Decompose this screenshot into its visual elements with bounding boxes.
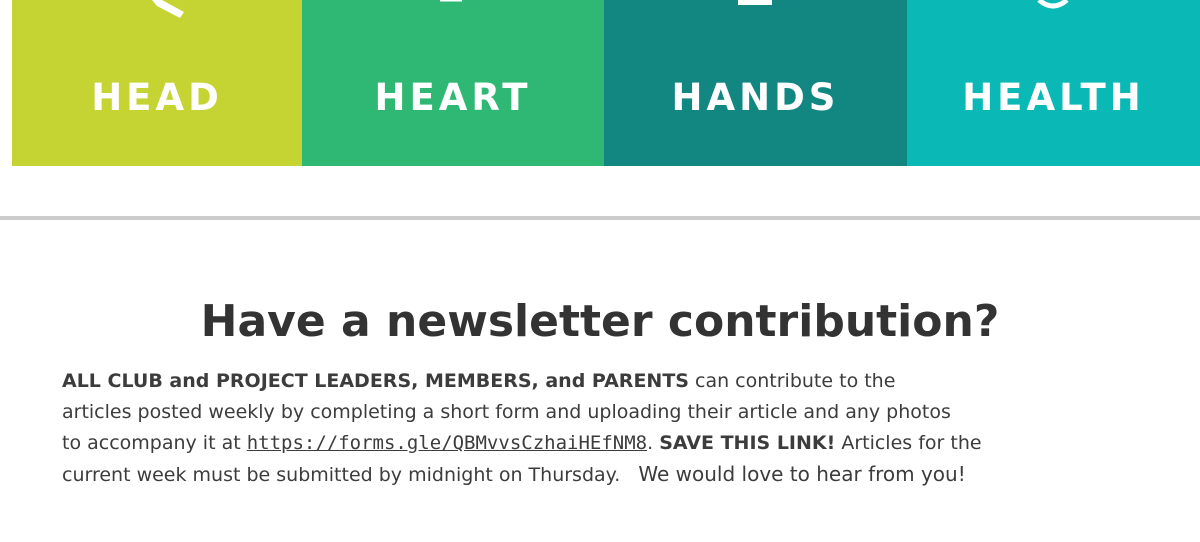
hands-icon [738, 0, 772, 5]
head-icon [152, 0, 184, 18]
hands-label: HANDS [671, 76, 840, 119]
lead-bold-text: ALL CLUB and PROJECT LEADERS, MEMBERS, a… [62, 370, 689, 392]
lead-rest-text: can contribute to the [688, 370, 896, 392]
closing-text: We would love to hear from you! [638, 462, 966, 486]
line3-sep-text: . [647, 432, 660, 454]
paragraph-line-4: current week must be submitted by midnig… [62, 459, 1182, 491]
heart-icon [440, 0, 462, 2]
heart-panel: HEART [302, 0, 604, 166]
head-label: HEAD [91, 76, 223, 119]
health-icon [1037, 0, 1069, 9]
hands-panel: HANDS [604, 0, 907, 166]
h4-banner: HEAD HEART HANDS HEALTH [12, 0, 1200, 166]
contribution-paragraph: ALL CLUB and PROJECT LEADERS, MEMBERS, a… [62, 366, 1182, 491]
paragraph-line-2: articles posted weekly by completing a s… [62, 401, 951, 423]
form-link[interactable]: https://forms.gle/QBMvvsCzhaiHEfNM8 [247, 432, 647, 454]
save-link-bold: SAVE THIS LINK! [659, 432, 836, 454]
line3-pre-text: to accompany it at [62, 432, 247, 454]
health-label: HEALTH [962, 76, 1145, 119]
head-panel: HEAD [12, 0, 302, 166]
paragraph-line-1: ALL CLUB and PROJECT LEADERS, MEMBERS, a… [62, 366, 1182, 397]
line3-post-text: Articles for the [835, 432, 982, 454]
section-divider [0, 216, 1200, 220]
section-title: Have a newsletter contribution? [200, 296, 1000, 347]
paragraph-line-3: to accompany it at https://forms.gle/QBM… [62, 428, 1182, 459]
deadline-text: current week must be submitted by midnig… [62, 464, 621, 486]
heart-label: HEART [374, 76, 532, 119]
health-panel: HEALTH [907, 0, 1200, 166]
